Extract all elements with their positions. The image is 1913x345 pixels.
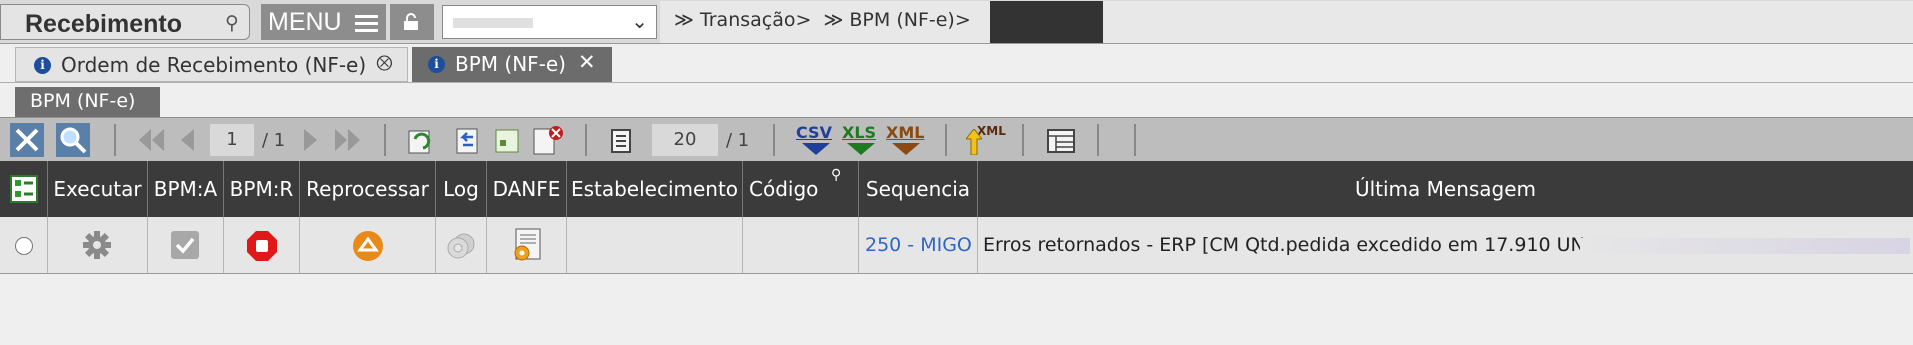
top-bar: Recebimento ⚲ MENU ⌄ ≫ Transação> ≫ BPM … [0,0,1913,44]
tab-ordem-recebimento[interactable]: i Ordem de Recebimento (NF-e) ⮾ [15,47,408,82]
col-header-reprocessar[interactable]: Reprocessar [300,161,436,217]
page-total: / 1 [262,130,286,151]
export-xml-label: XML [886,123,925,142]
info-icon: i [428,56,445,73]
row-select-cell [0,217,48,273]
gear-icon[interactable] [82,230,112,260]
toolbar-separator [384,124,386,156]
col-header-log[interactable]: Log [436,161,487,217]
col-header-codigo-label: Código [749,177,819,201]
breadcrumb-end-block [990,1,1103,43]
select-columns-header[interactable] [0,161,48,217]
col-header-danfe[interactable]: DANFE [487,161,567,217]
reprocessar-cell [300,217,436,273]
search-icon[interactable] [56,123,90,157]
ultima-mensagem-text: Erros retornados - ERP [CM Qtd.pedida ex… [983,234,1585,256]
tab-label: Ordem de Recebimento (NF-e) [61,53,367,77]
magnifier-icon[interactable]: ⚲ [831,147,841,203]
grid-toolbar: 1 / 1 20 / 1 CSV XLS XML XML [0,117,1913,161]
hamburger-icon [355,15,378,36]
col-header-codigo[interactable]: Código ⚲ [743,161,859,217]
columns-layout-icon[interactable] [1046,123,1076,157]
breadcrumb-item-transacao[interactable]: ≫ Transação> [674,9,811,31]
col-header-ultima-mensagem[interactable]: Última Mensagem [978,161,1913,217]
table-header: Executar BPM:A BPM:R Reprocessar Log DAN… [0,161,1913,217]
col-header-estabelecimento[interactable]: Estabelecimento [567,161,743,217]
toolbar-separator [945,124,947,156]
document-gear-icon[interactable] [511,227,543,263]
log-icon[interactable] [446,231,476,261]
toolbar-separator [1022,124,1024,156]
delete-filter-icon[interactable] [531,123,565,157]
import-xml-button[interactable]: XML [966,123,1006,157]
rows-per-page-input[interactable]: 20 [652,124,718,156]
menu-button[interactable]: MENU [261,4,386,40]
codigo-cell [743,217,859,273]
breadcrumb-item-bpm[interactable]: ≫ BPM (NF-e)> [823,9,970,31]
toolbar-separator [1097,124,1099,156]
message-redacted-area [1580,238,1910,254]
danfe-cell [487,217,567,273]
next-page-icon[interactable] [300,123,322,157]
menu-label: MENU [268,8,342,36]
estabelecimento-cell [567,217,743,273]
log-cell [436,217,487,273]
rows-per-page-icon [611,129,631,153]
download-arrow-icon [802,143,830,155]
export-csv-button[interactable]: CSV [796,123,836,157]
col-header-executar[interactable]: Executar [48,161,148,217]
col-header-bpm-r[interactable]: BPM:R [224,161,300,217]
col-header-bpm-a[interactable]: BPM:A [148,161,224,217]
app-title-box: Recebimento ⚲ [0,4,250,40]
tab-row: i Ordem de Recebimento (NF-e) ⮾ i BPM (N… [0,45,1913,83]
checkbox-checked-icon[interactable] [170,230,200,260]
tab-label: BPM (NF-e) [455,52,566,76]
toolbar-separator [585,124,587,156]
subtab-bpm-nfe[interactable]: BPM (NF-e) [15,87,160,117]
info-icon: i [34,57,51,74]
select-value [453,18,533,28]
toolbar-separator [773,124,775,156]
lock-icon [404,13,418,30]
close-icon[interactable]: ✕ [578,50,596,74]
close-icon[interactable]: ⮾ [376,51,393,76]
pin-icon[interactable]: ⚲ [225,12,239,34]
col-header-sequencia[interactable]: Sequencia [859,161,978,217]
breadcrumb: ≫ Transação> ≫ BPM (NF-e)> [674,9,977,31]
rows-total: / 1 [726,130,750,151]
download-arrow-icon [847,143,875,155]
page-number-input[interactable]: 1 [210,124,254,156]
export-csv-label: CSV [796,123,832,142]
toolbar-separator [1134,124,1136,156]
app-title: Recebimento [25,10,182,38]
row-radio[interactable] [15,237,33,255]
export-xml-button[interactable]: XML [886,123,928,157]
download-arrow-icon [892,143,920,155]
stop-icon[interactable] [246,230,278,262]
reprocess-icon[interactable] [352,230,384,262]
form-view-icon[interactable] [493,123,521,157]
sequencia-link[interactable]: 250 - MIGO [865,234,972,256]
table-row: 250 - MIGO Erros retornados - ERP [CM Qt… [0,217,1913,274]
export-xls-label: XLS [842,123,877,142]
column-chooser-icon [10,175,38,203]
chevron-down-icon: ⌄ [631,9,648,33]
export-xls-button[interactable]: XLS [842,123,882,157]
last-page-icon[interactable] [333,123,363,157]
bpm-a-cell [148,217,224,273]
first-page-icon[interactable] [136,123,166,157]
previous-page-icon[interactable] [176,123,198,157]
toolbar-separator [114,124,116,156]
refresh-icon[interactable] [405,123,435,157]
tools-icon[interactable] [10,123,44,157]
executar-cell [48,217,148,273]
tab-bpm-nfe[interactable]: i BPM (NF-e) ✕ [412,47,612,82]
upload-arrow-icon [966,129,982,155]
reload-icon[interactable] [453,123,483,157]
bpm-r-cell [224,217,300,273]
module-select[interactable]: ⌄ [442,5,657,39]
lock-button[interactable] [390,4,434,40]
